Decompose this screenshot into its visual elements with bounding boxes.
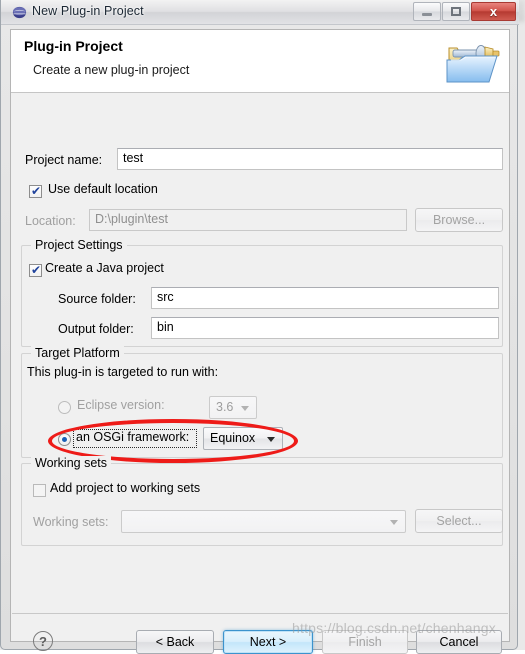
output-folder-input[interactable]: bin (151, 317, 499, 339)
working-sets-label: Working sets: (33, 515, 109, 529)
osgi-framework-combo[interactable]: Equinox (203, 427, 283, 450)
restore-icon (451, 7, 461, 16)
eclipse-version-combo[interactable]: 3.6 (209, 396, 257, 419)
output-folder-label: Output folder: (58, 322, 134, 336)
use-default-location-label: Use default location (48, 182, 158, 196)
page-title: Plug-in Project (24, 38, 123, 54)
minimize-icon (422, 12, 432, 16)
dialog-body: Project name: test ✔ Use default locatio… (11, 94, 509, 654)
title-bar[interactable]: New Plug-in Project x (1, 0, 519, 25)
working-sets-combo[interactable] (121, 510, 406, 533)
eclipse-icon (12, 5, 27, 20)
wizard-banner: Plug-in Project Create a new plug-in pro… (11, 30, 509, 93)
osgi-framework-label: an OSGi framework: (76, 430, 190, 444)
chevron-down-icon (267, 437, 275, 442)
chevron-down-icon (241, 406, 249, 411)
use-default-location-checkbox[interactable]: ✔ (29, 184, 42, 198)
plugin-project-folder-icon (445, 34, 501, 88)
check-icon: ✔ (31, 263, 42, 277)
add-project-to-working-sets-label: Add project to working sets (50, 481, 201, 495)
new-plugin-project-dialog: New Plug-in Project x Plug-in Project Cr… (0, 0, 519, 654)
osgi-framework-value: Equinox (210, 431, 256, 445)
create-java-project-checkbox[interactable]: ✔ (29, 263, 42, 277)
browse-button[interactable]: Browse... (415, 208, 503, 232)
page-description: Create a new plug-in project (33, 63, 190, 77)
source-folder-label: Source folder: (58, 292, 136, 306)
working-sets-group: Working sets (21, 456, 503, 546)
project-name-label: Project name: (25, 153, 103, 167)
close-button[interactable]: x (471, 2, 516, 21)
button-bar-separator (12, 613, 508, 614)
dialog-content: Plug-in Project Create a new plug-in pro… (10, 29, 510, 654)
source-folder-input[interactable]: src (151, 287, 499, 309)
project-settings-title: Project Settings (31, 238, 127, 252)
eclipse-version-value: 3.6 (216, 400, 234, 414)
watermark: https://blog.csdn.net/chenhangx (292, 620, 496, 636)
location-label: Location: (25, 214, 76, 228)
chevron-down-icon (390, 520, 398, 525)
location-input[interactable]: D:\plugin\test (89, 209, 407, 231)
help-button[interactable]: ? (33, 631, 53, 651)
project-name-input[interactable]: test (117, 148, 503, 170)
eclipse-version-label: Eclipse version: (77, 398, 165, 412)
osgi-framework-radio[interactable] (58, 433, 71, 446)
minimize-button[interactable] (413, 2, 441, 21)
working-sets-title: Working sets (31, 456, 112, 470)
close-icon: x (489, 4, 498, 19)
eclipse-version-radio[interactable] (58, 401, 71, 414)
target-platform-description: This plug-in is targeted to run with: (27, 365, 219, 379)
window-controls: x (412, 2, 516, 21)
select-working-sets-button[interactable]: Select... (415, 509, 503, 533)
back-button[interactable]: < Back (136, 630, 214, 654)
radio-dot-icon (62, 437, 67, 442)
target-platform-title: Target Platform (31, 346, 124, 360)
maximize-button[interactable] (442, 2, 470, 21)
window-title: New Plug-in Project (32, 4, 144, 18)
check-icon: ✔ (31, 184, 42, 198)
add-project-to-working-sets-checkbox[interactable] (33, 484, 46, 497)
create-java-project-label: Create a Java project (45, 261, 164, 275)
